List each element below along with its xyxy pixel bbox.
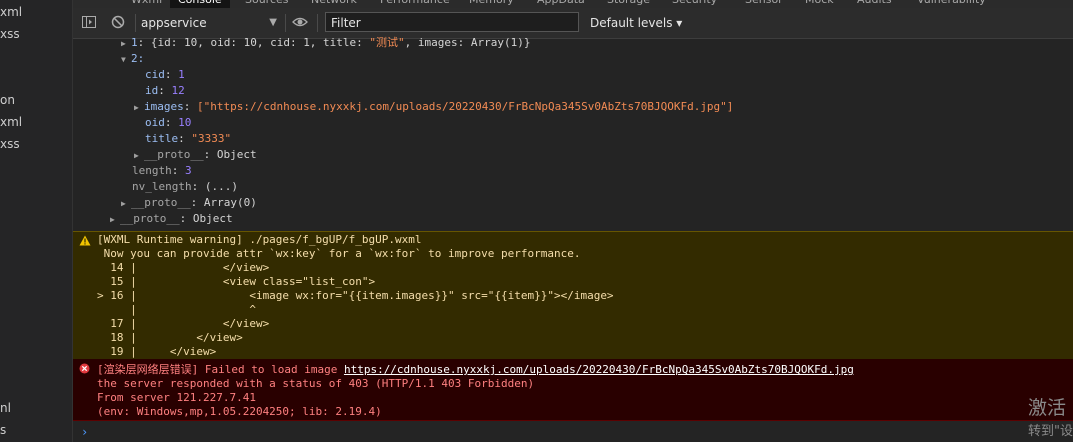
prop-title: title: "3333" xyxy=(145,132,232,145)
tab-performance[interactable]: Performance xyxy=(380,0,450,8)
entry-index: 1 xyxy=(131,36,138,49)
prop-value: Array(0) xyxy=(203,196,257,209)
devtools-tabs: Wxml Console Sources Network Performance… xyxy=(73,0,1073,8)
prop-value: 10 xyxy=(178,116,192,129)
file-item[interactable]: xml xyxy=(0,115,22,129)
warning-icon xyxy=(79,235,91,246)
console-prompt[interactable]: › xyxy=(81,425,88,439)
prop-id: id: 12 xyxy=(145,84,185,97)
file-explorer-panel: xml xss on xml xss nl s xyxy=(0,0,73,442)
tab-sources[interactable]: Sources xyxy=(245,0,289,8)
activation-watermark: 激活 xyxy=(1028,397,1067,419)
prop-length: length: 3 xyxy=(132,164,192,177)
tab-memory[interactable]: Memory xyxy=(469,0,514,8)
tab-wxml[interactable]: Wxml xyxy=(131,0,162,8)
tab-network[interactable]: Network xyxy=(311,0,357,8)
entry-preview: : {id: 10, oid: 10, cid: 1, title: xyxy=(137,36,370,49)
tab-vulnerability[interactable]: Vulnerability xyxy=(917,0,986,8)
prop-key: length xyxy=(132,164,172,177)
clear-console-icon[interactable] xyxy=(110,14,126,30)
prop-value: 1 xyxy=(178,68,185,81)
console-log: ▶ 1: {id: 10, oid: 10, cid: 1, title: "测试… xyxy=(73,36,1073,442)
file-item[interactable]: nl xyxy=(0,401,11,415)
prop-key: images xyxy=(144,100,184,113)
prop-proto-object[interactable]: ▶ __proto__: Object xyxy=(134,147,1073,163)
prop-value: "3333" xyxy=(191,132,232,145)
prop-key: __proto__ xyxy=(144,148,204,161)
file-item[interactable]: xml xyxy=(0,5,22,19)
expand-arrow-icon[interactable]: ▶ xyxy=(121,36,131,52)
prop-key: title xyxy=(145,132,179,145)
error-prefix: [渲染层网络层错误] Failed to load image xyxy=(97,363,344,376)
filter-input[interactable]: Filter xyxy=(325,12,579,32)
error-message: [渲染层网络层错误] Failed to load image https://… xyxy=(73,359,1073,421)
tab-security[interactable]: Security xyxy=(672,0,717,8)
activation-watermark-sub: 转到"设 xyxy=(1028,424,1073,439)
file-item[interactable]: xss xyxy=(0,137,20,151)
log-levels-dropdown[interactable]: Default levels ▾ xyxy=(590,12,682,34)
file-item[interactable]: s xyxy=(0,423,6,437)
code-line: 19 | </view> xyxy=(97,345,217,358)
prop-value: Object xyxy=(192,212,233,225)
array-entry-1[interactable]: ▶ 1: {id: 10, oid: 10, cid: 1, title: "测试… xyxy=(121,35,1073,51)
tab-storage[interactable]: Storage xyxy=(607,0,650,8)
prop-cid: cid: 1 xyxy=(145,68,185,81)
prop-key: __proto__ xyxy=(131,196,191,209)
error-icon xyxy=(79,363,90,374)
tab-console[interactable]: Console xyxy=(170,0,230,8)
prop-nv-length[interactable]: nv_length: (...) xyxy=(132,179,1073,195)
expand-arrow-icon[interactable]: ▶ xyxy=(121,196,131,212)
entry-preview-tail: , images: Array(1)} xyxy=(404,36,531,49)
prop-key: nv_length xyxy=(132,180,192,193)
sidebar-toggle-icon[interactable] xyxy=(81,14,97,30)
file-item[interactable]: xss xyxy=(0,27,20,41)
eye-icon[interactable] xyxy=(292,14,308,30)
prop-value: Object xyxy=(216,148,257,161)
prop-key: id xyxy=(145,84,159,97)
toolbar-divider xyxy=(317,14,318,32)
tab-sensor[interactable]: Sensor xyxy=(745,0,783,8)
expand-arrow-icon[interactable]: ▶ xyxy=(110,212,120,228)
prop-value: 12 xyxy=(171,84,185,97)
caret-down-icon: ▼ xyxy=(269,17,277,28)
expand-arrow-icon[interactable]: ▶ xyxy=(134,148,144,164)
expand-arrow-icon[interactable]: ▶ xyxy=(134,100,144,116)
prop-proto-array[interactable]: ▶ __proto__: Array(0) xyxy=(121,195,1073,211)
error-detail: (env: Windows,mp,1.05.2204250; lib: 2.19… xyxy=(97,405,382,418)
prop-images[interactable]: ▶ images: ["https://cdnhouse.nyxxkj.com/u… xyxy=(134,99,1073,115)
tab-mock[interactable]: Mock xyxy=(805,0,834,8)
prop-proto-object-root[interactable]: ▶ __proto__: Object xyxy=(110,211,1073,227)
prop-key: cid xyxy=(145,68,165,81)
entry-title: "测试" xyxy=(369,36,405,49)
toolbar-divider xyxy=(135,14,136,32)
file-item[interactable]: on xyxy=(0,93,15,107)
warning-message: [WXML Runtime warning] ./pages/f_bgUP/f_… xyxy=(73,231,1073,360)
prop-oid: oid: 10 xyxy=(145,116,192,129)
prop-value[interactable]: (...) xyxy=(205,180,238,193)
context-select[interactable]: appservice ▼ xyxy=(141,12,281,34)
context-select-value: appservice xyxy=(141,16,207,30)
collapse-arrow-icon[interactable]: ▼ xyxy=(121,52,131,68)
prop-key: __proto__ xyxy=(120,212,180,225)
prop-value: ["https://cdnhouse.nyxxkj.com/uploads/20… xyxy=(197,100,734,113)
prop-value: 3 xyxy=(185,164,192,177)
tab-appdata[interactable]: AppData xyxy=(537,0,585,8)
prop-key: oid xyxy=(145,116,165,129)
array-entry-2[interactable]: ▼ 2: xyxy=(121,51,1073,67)
entry-index: 2: xyxy=(131,52,145,65)
tab-audits[interactable]: Audits xyxy=(857,0,892,8)
error-url-link[interactable]: https://cdnhouse.nyxxkj.com/uploads/2022… xyxy=(344,363,854,376)
devtools-panel: Wxml Console Sources Network Performance… xyxy=(73,0,1073,442)
toolbar-divider xyxy=(285,14,286,32)
